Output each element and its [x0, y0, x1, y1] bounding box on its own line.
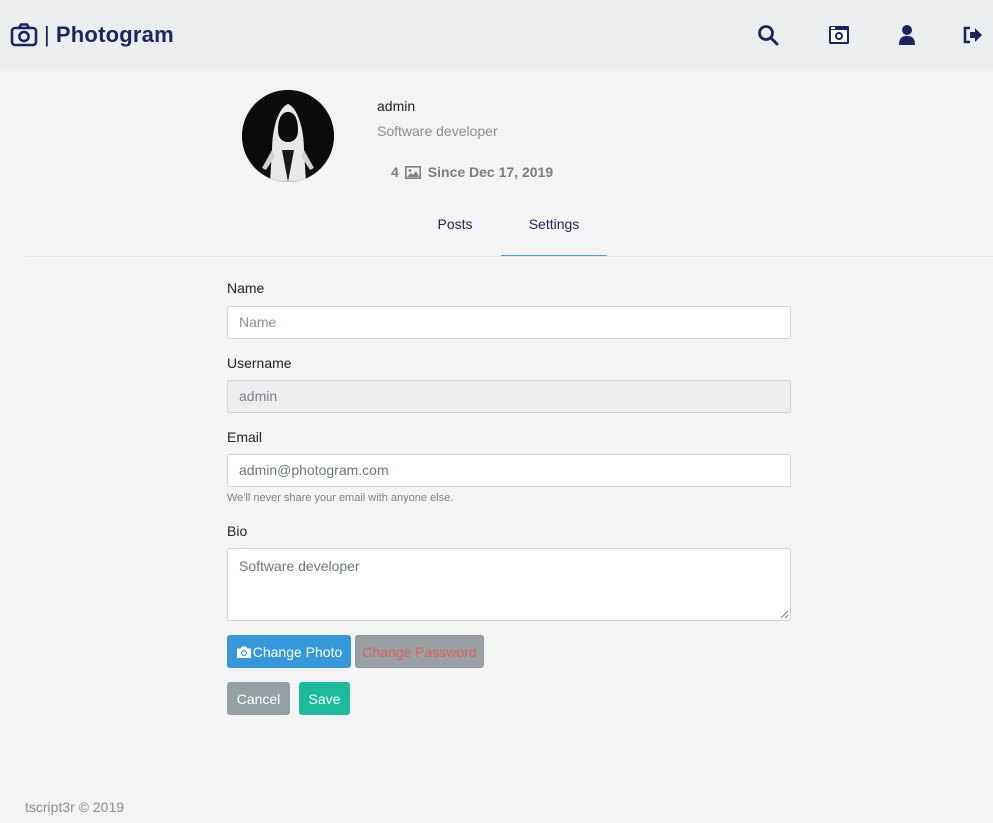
change-photo-label: Change Photo: [252, 643, 343, 660]
profile-bio: Software developer: [377, 123, 498, 139]
username-input: admin: [227, 380, 791, 413]
profile-username: admin: [377, 98, 416, 114]
footer-copyright: tscript3r © 2019: [25, 799, 125, 815]
tab-posts[interactable]: Posts: [426, 216, 484, 232]
tab-divider: [25, 256, 993, 257]
email-label: Email: [227, 429, 263, 445]
save-button[interactable]: Save: [299, 682, 350, 715]
bio-label: Bio: [227, 523, 248, 539]
brand-logo[interactable]: | Photogram: [10, 20, 174, 50]
sign-out-icon[interactable]: [962, 24, 984, 46]
email-help-text: We'll never share your email with anyone…: [227, 492, 454, 504]
bio-value: Software developer: [239, 558, 360, 574]
navbar: | Photogram: [0, 0, 993, 71]
name-label: Name: [227, 280, 265, 296]
image-icon: [404, 165, 421, 179]
change-password-button[interactable]: Change Password: [355, 635, 484, 668]
camera-upload-icon[interactable]: [828, 24, 850, 46]
resize-grip-icon[interactable]: [780, 610, 789, 619]
username-label: Username: [227, 355, 292, 371]
post-count: 4: [391, 164, 399, 180]
user-icon[interactable]: [896, 24, 918, 46]
camera-icon: [236, 646, 251, 658]
change-photo-button[interactable]: Change Photo: [227, 635, 351, 668]
email-input[interactable]: admin@photogram.com: [227, 454, 791, 487]
brand-separator: |: [44, 22, 50, 47]
member-since: Since Dec 17, 2019: [427, 164, 554, 180]
profile-avatar: [242, 90, 334, 182]
name-input[interactable]: Name: [227, 306, 791, 339]
brand-name: Photogram: [55, 22, 174, 47]
profile-stats: 4 Since Dec 17, 2019: [391, 164, 553, 180]
cancel-button[interactable]: Cancel: [227, 682, 290, 715]
camera-icon: [10, 23, 38, 47]
tab-settings[interactable]: Settings: [501, 216, 607, 232]
bio-textarea[interactable]: Software developer: [227, 548, 791, 621]
search-icon[interactable]: [757, 24, 779, 46]
